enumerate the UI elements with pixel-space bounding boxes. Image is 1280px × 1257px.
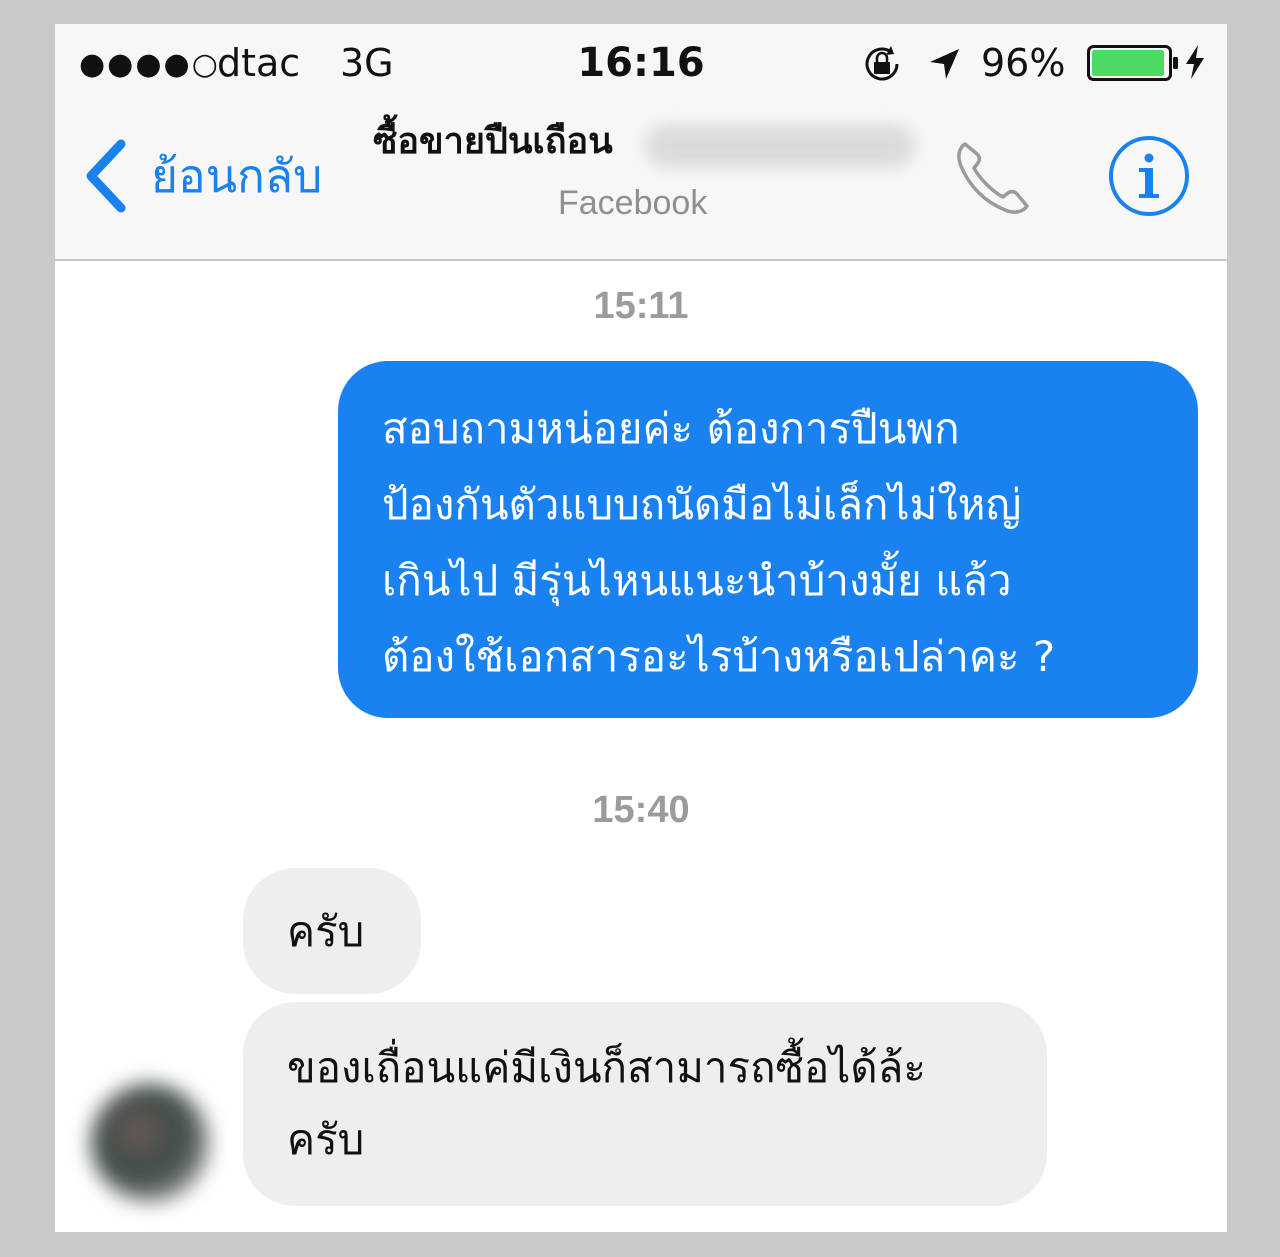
message-line: ของเถื่อนแค่มีเงินก็สามารถซื้อได้ล้ะ xyxy=(287,1043,926,1092)
messenger-screen: ●●●●○ dtac 3G 16:16 96% ย้อนกลับ ซื้อขาย… xyxy=(55,24,1227,1232)
message-line: เกินไป มีรุ่นไหนแนะนำบ้างมั้ย แล้ว xyxy=(382,556,1012,605)
message-line: ครับ xyxy=(287,1115,365,1164)
conversation-subtitle: Facebook xyxy=(558,184,708,222)
incoming-message-bubble[interactable]: ครับ xyxy=(243,868,421,994)
message-line: สอบถามหน่อยค่ะ ต้องการปืนพก xyxy=(382,404,960,453)
message-timestamp: 15:11 xyxy=(593,285,689,327)
status-bar: ●●●●○ dtac 3G 16:16 96% xyxy=(55,24,1227,102)
phone-icon[interactable] xyxy=(951,136,1035,220)
header: ●●●●○ dtac 3G 16:16 96% ย้อนกลับ ซื้อขาย… xyxy=(55,24,1227,261)
back-chevron-icon xyxy=(86,139,126,213)
location-arrow-icon xyxy=(930,49,959,79)
message-line: ต้องใช้เอกสารอะไรบ้างหรือเปล่าคะ ? xyxy=(382,632,1056,681)
info-icon[interactable] xyxy=(1107,134,1191,218)
message-line: ป้องกันตัวแบบถนัดมือไม่เล็กไม่ใหญ่ xyxy=(382,480,1022,529)
back-label: ย้อนกลับ xyxy=(151,149,323,203)
message-timestamp: 15:40 xyxy=(592,789,690,831)
rotation-lock-icon xyxy=(865,46,899,81)
avatar[interactable] xyxy=(91,1084,209,1202)
incoming-message-bubble[interactable]: ของเถื่อนแค่มีเงินก็สามารถซื้อได้ล้ะ ครั… xyxy=(243,1002,1047,1206)
redacted-name xyxy=(645,124,915,168)
charging-bolt-icon xyxy=(1186,45,1204,79)
message-line: ครับ xyxy=(287,907,365,956)
battery-percent: 96% xyxy=(981,41,1066,85)
conversation-title: ซื้อขายปืนเถือน xyxy=(373,121,613,162)
outgoing-message-bubble[interactable]: สอบถามหน่อยค่ะ ต้องการปืนพก ป้องกันตัวแบ… xyxy=(338,361,1198,718)
back-button[interactable]: ย้อนกลับ xyxy=(83,136,322,216)
battery-icon xyxy=(1087,45,1178,81)
